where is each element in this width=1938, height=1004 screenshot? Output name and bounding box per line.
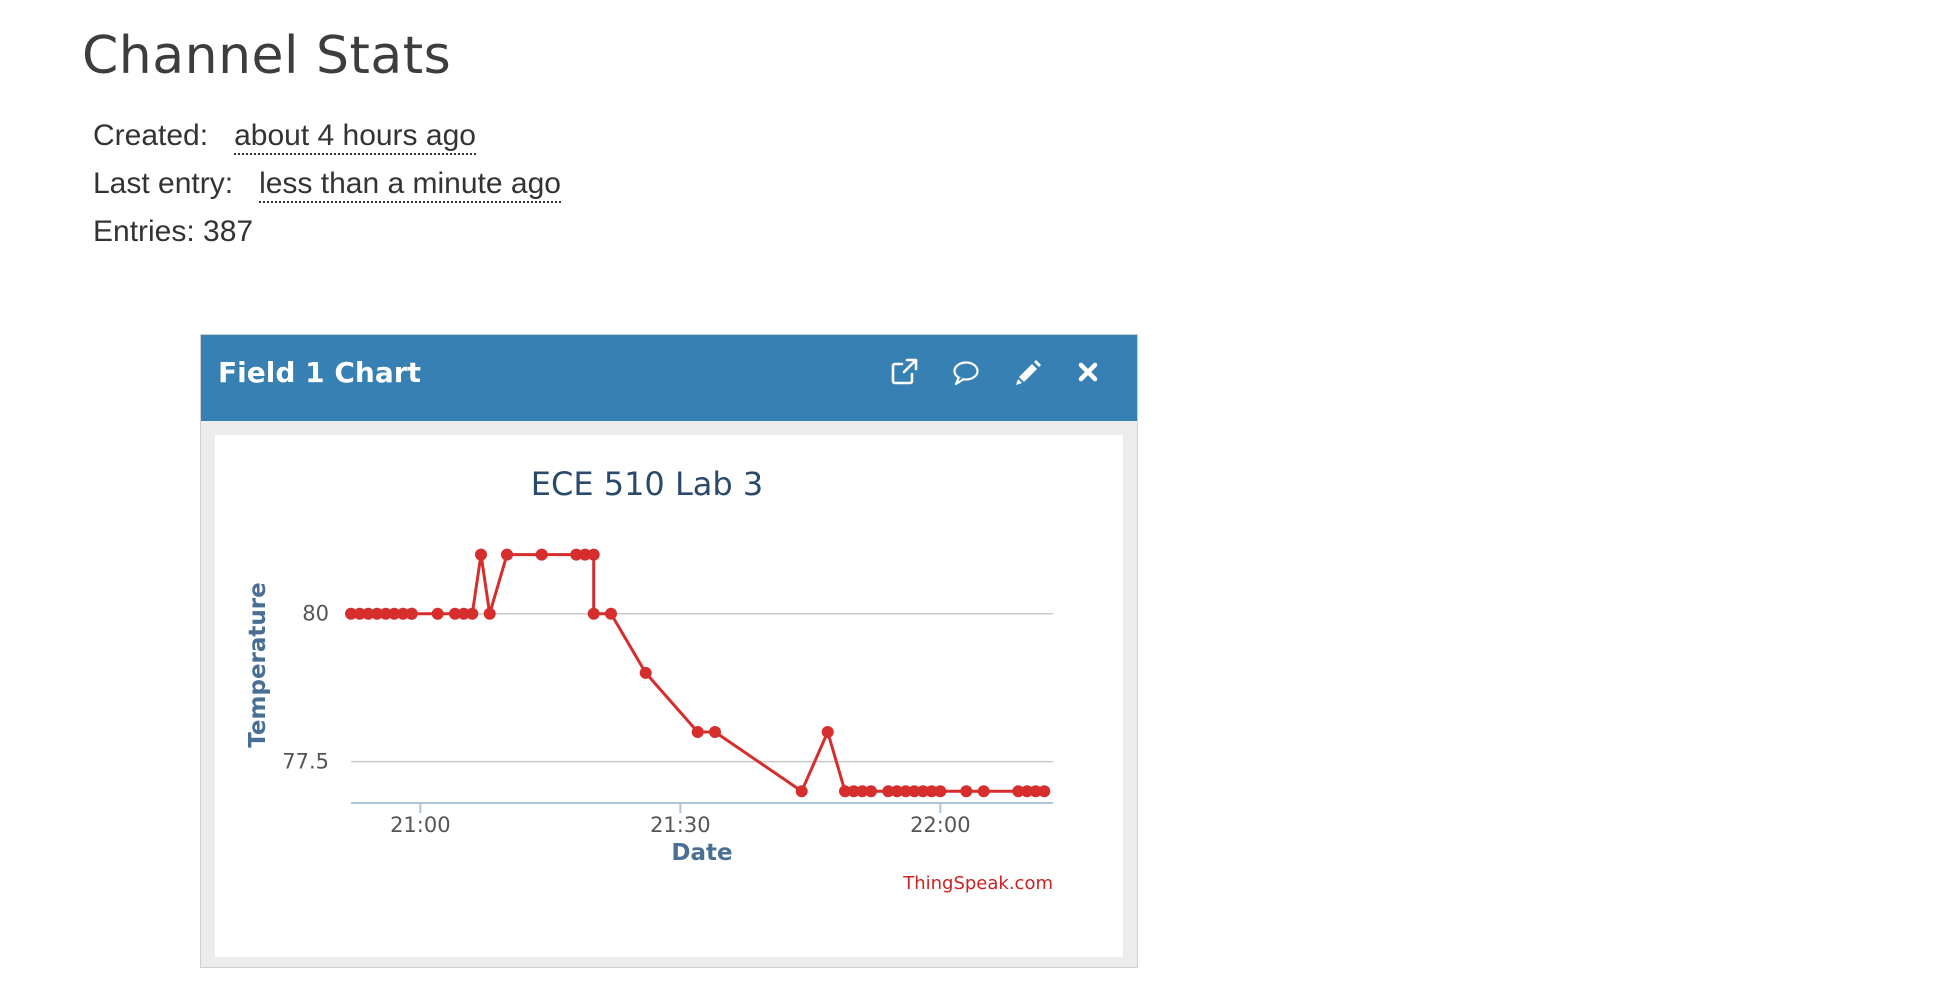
comment-icon[interactable]: [951, 357, 981, 387]
data-point: [587, 548, 600, 561]
chart-title: ECE 510 Lab 3: [531, 465, 763, 503]
stat-entries: Entries: 387: [93, 208, 561, 256]
last-entry-label: Last entry:: [93, 167, 234, 200]
data-point: [960, 785, 973, 798]
close-icon[interactable]: [1073, 357, 1103, 387]
x-tick-label: 21:30: [650, 813, 711, 837]
page-title: Channel Stats: [82, 26, 452, 86]
data-point: [431, 607, 444, 620]
data-point: [639, 666, 652, 679]
data-point: [1038, 785, 1051, 798]
data-point: [501, 548, 513, 561]
data-point: [605, 607, 617, 620]
y-tick-label: 80: [302, 602, 329, 626]
y-axis-title: Temperature: [245, 582, 271, 747]
data-point: [535, 548, 548, 561]
data-point: [709, 726, 721, 738]
external-link-icon[interactable]: [889, 357, 919, 387]
last-entry-value[interactable]: less than a minute ago: [259, 167, 561, 203]
data-point: [977, 785, 990, 798]
data-point: [483, 607, 496, 620]
field-1-chart-panel: Field 1 Chart ECE 510 Lab 3 77.5 80 21:0…: [200, 334, 1138, 968]
pencil-icon[interactable]: [1013, 357, 1043, 387]
data-point: [587, 607, 600, 620]
data-point: [405, 607, 418, 620]
channel-stats: Created: about 4 hours ago Last entry: les…: [93, 112, 561, 256]
created-label: Created:: [93, 119, 209, 152]
data-point: [795, 785, 808, 798]
data-point: [865, 785, 877, 798]
stat-last-entry: Last entry: less than a minute ago: [93, 160, 561, 208]
temperature-chart: ECE 510 Lab 3 77.5 80 21:00 21:30 22:00 Date Te…: [245, 465, 1053, 894]
data-point: [934, 785, 947, 798]
stat-created: Created: about 4 hours ago: [93, 112, 561, 160]
data-point: [821, 726, 834, 738]
chart-credit: ThingSpeak.com: [902, 873, 1053, 894]
series-line: [351, 553, 1045, 793]
data-point: [466, 607, 479, 620]
panel-header: Field 1 Chart: [201, 335, 1137, 421]
x-axis-title: Date: [671, 840, 732, 866]
entries-label: Entries: 387: [93, 215, 254, 248]
x-tick-label: 21:00: [390, 813, 451, 837]
created-value[interactable]: about 4 hours ago: [234, 119, 476, 155]
data-point: [691, 726, 704, 738]
chart-container: ECE 510 Lab 3 77.5 80 21:00 21:30 22:00 Date Te…: [215, 435, 1123, 957]
y-tick-label: 77.5: [282, 750, 329, 774]
data-point: [475, 548, 487, 561]
panel-title: Field 1 Chart: [218, 356, 421, 389]
x-tick-label: 22:00: [910, 813, 971, 837]
